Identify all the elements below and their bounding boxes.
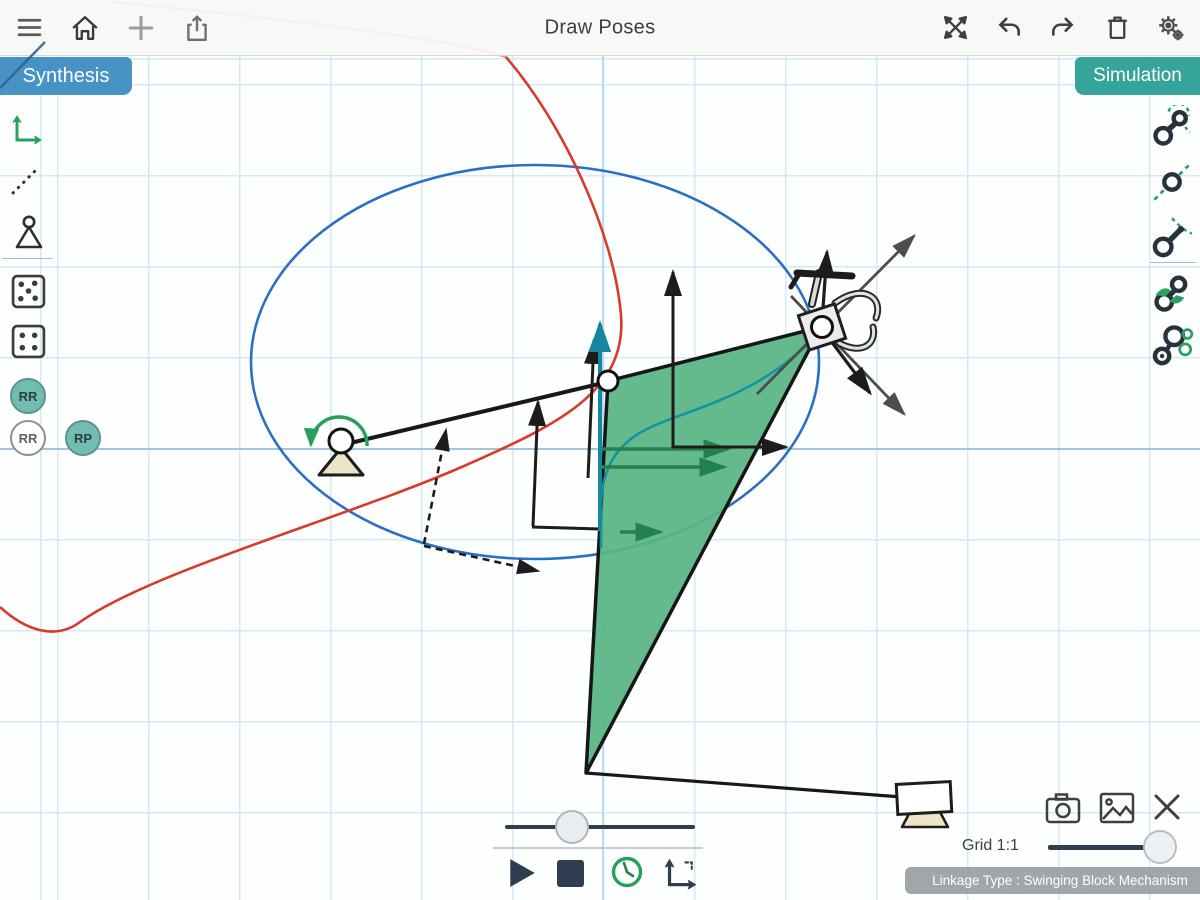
slider-block[interactable] xyxy=(894,780,954,829)
crank-joint xyxy=(327,427,355,455)
trash-icon[interactable] xyxy=(1102,13,1132,43)
frame-icon[interactable] xyxy=(660,855,697,896)
coupler-joint[interactable] xyxy=(596,369,620,393)
linkage-type-badge: Linkage Type : Swinging Block Mechanism xyxy=(905,867,1200,894)
dyad-grab-icon[interactable] xyxy=(1150,270,1194,319)
timeline-slider-handle[interactable] xyxy=(555,810,589,844)
home-icon[interactable] xyxy=(70,13,100,43)
share-icon[interactable] xyxy=(182,13,212,43)
undo-icon[interactable] xyxy=(994,13,1024,43)
page-title: Draw Poses xyxy=(544,16,656,38)
rp-dyad-icon[interactable] xyxy=(1150,215,1194,264)
right-toolbar-divider xyxy=(1150,262,1196,263)
close-icon[interactable] xyxy=(1151,791,1183,828)
rr-dyad-filled-badge[interactable]: RR xyxy=(10,378,46,414)
triad-icon[interactable] xyxy=(1150,323,1194,372)
image-icon[interactable] xyxy=(1098,791,1136,830)
plus-icon[interactable] xyxy=(126,13,156,43)
playback-divider xyxy=(493,847,703,849)
dashed-line-icon[interactable] xyxy=(8,162,44,203)
prismatic-joint-icon[interactable] xyxy=(1150,160,1194,209)
rr-dyad-outline-badge[interactable]: RR xyxy=(10,420,46,456)
four-points-icon[interactable] xyxy=(10,323,47,365)
expand-icon[interactable] xyxy=(940,13,970,43)
timeline-slider-track[interactable] xyxy=(505,825,695,829)
simulation-button[interactable]: Simulation xyxy=(1075,57,1200,95)
settings-gears-icon[interactable] xyxy=(1156,13,1186,43)
grid-scale-label: Grid 1:1 xyxy=(962,837,1019,854)
play-button[interactable] xyxy=(506,857,538,894)
synthesis-button[interactable]: Synthesis xyxy=(0,57,132,95)
left-toolbar-divider xyxy=(2,258,53,259)
menu-icon[interactable] xyxy=(14,13,44,43)
rr-dyad-icon[interactable] xyxy=(1150,102,1194,154)
redo-icon[interactable] xyxy=(1048,13,1078,43)
rp-dyad-badge[interactable]: RP xyxy=(65,420,101,456)
grid-scale-slider-track[interactable] xyxy=(1048,845,1158,850)
grid-scale-slider-handle[interactable] xyxy=(1143,830,1177,864)
scatter-points-icon[interactable] xyxy=(10,273,47,315)
camera-icon[interactable] xyxy=(1044,790,1082,831)
clock-icon[interactable] xyxy=(610,855,644,894)
top-toolbar: Draw Poses xyxy=(0,0,1200,56)
ground-pivot-icon[interactable] xyxy=(11,214,48,257)
end-effector-joint[interactable] xyxy=(810,315,834,339)
stop-button[interactable] xyxy=(557,860,584,887)
pose-axis-icon[interactable] xyxy=(9,113,45,154)
